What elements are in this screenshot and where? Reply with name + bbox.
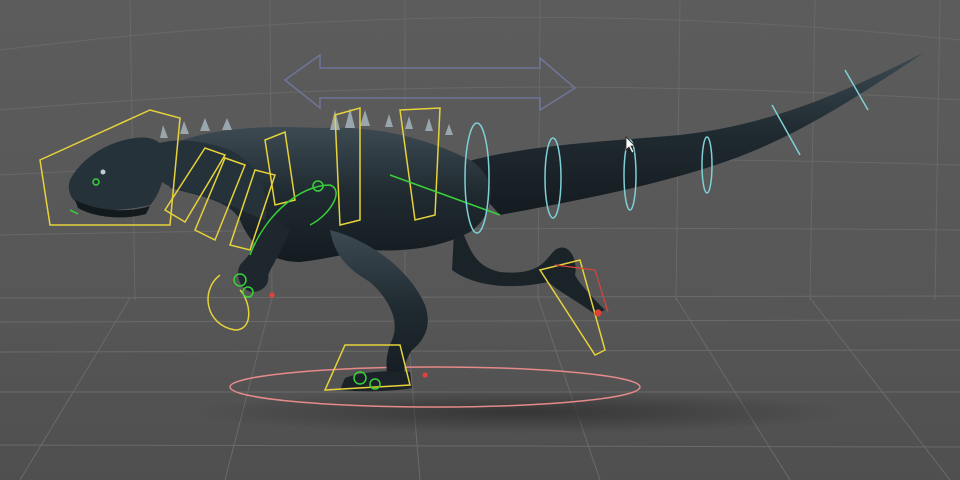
ground-shadow xyxy=(190,390,850,434)
viewport-canvas[interactable] xyxy=(0,0,960,480)
dinosaur-eye xyxy=(100,169,106,175)
3d-viewport[interactable] xyxy=(0,0,960,480)
